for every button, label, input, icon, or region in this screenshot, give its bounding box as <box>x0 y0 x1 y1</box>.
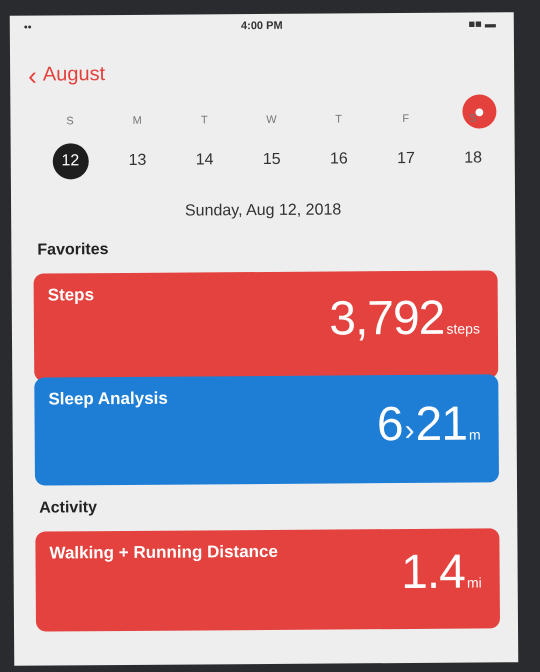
weekday-label: F <box>402 112 410 126</box>
day-number: 12 <box>52 143 89 180</box>
steps-title: Steps <box>47 285 95 305</box>
steps-card[interactable]: Steps 3,792 steps <box>33 270 499 382</box>
steps-unit: steps <box>446 320 480 337</box>
weekday-label: M <box>132 114 142 127</box>
day-cell[interactable]: 13 <box>104 143 171 179</box>
walking-title: Walking + Running Distance <box>49 541 278 563</box>
battery-icon: ■■ ▬ <box>468 18 496 31</box>
walking-unit: mi <box>466 574 482 591</box>
walking-value-group: 1.4 mi <box>401 544 482 600</box>
day-number: 14 <box>195 151 214 169</box>
favorites-heading: Favorites <box>37 241 109 259</box>
weekday-header: S M T W T F S <box>36 112 506 128</box>
back-button[interactable]: ‹ August <box>28 60 106 91</box>
day-cell[interactable]: 14 <box>171 142 238 178</box>
sleep-minutes-value: 21 <box>415 397 468 451</box>
day-number: 16 <box>329 150 348 168</box>
day-number: 13 <box>128 151 147 169</box>
walking-running-card[interactable]: Walking + Running Distance 1.4 mi <box>35 528 501 632</box>
day-cell-selected[interactable]: 12 <box>37 143 104 180</box>
chevron-left-icon: ‹ <box>28 60 37 91</box>
selected-date-label: Sunday, Aug 12, 2018 <box>184 201 342 220</box>
day-number: 18 <box>464 149 483 167</box>
sleep-title: Sleep Analysis <box>48 388 168 409</box>
weekday-label: T <box>200 114 208 127</box>
sleep-hours-value: 6 <box>376 398 403 452</box>
weekday-label: W <box>266 113 277 126</box>
day-strip: 12 13 14 15 16 17 18 <box>37 140 507 180</box>
status-bar: •• 4:00 PM ■■ ▬ <box>10 12 514 42</box>
steps-value: 3,792 <box>329 291 445 346</box>
back-label: August <box>42 63 106 86</box>
activity-heading: Activity <box>39 499 98 517</box>
day-cell[interactable]: 15 <box>238 142 305 178</box>
sleep-value-group: 6 › 21 m <box>377 396 481 452</box>
day-number: 15 <box>262 150 281 169</box>
day-number: 17 <box>397 149 415 168</box>
walking-value: 1.4 <box>400 545 466 600</box>
weekday-label: S <box>66 115 74 128</box>
day-cell[interactable]: 17 <box>372 141 439 177</box>
day-cell[interactable]: 18 <box>439 140 506 176</box>
sleep-separator: › <box>404 413 414 448</box>
phone-screen: •• 4:00 PM ■■ ▬ ‹ August ● S M T W T F S… <box>9 12 519 666</box>
status-time: 4:00 PM <box>240 19 283 33</box>
sleep-unit: m <box>468 426 481 443</box>
weekday-label: S <box>469 112 477 125</box>
sleep-analysis-card[interactable]: Sleep Analysis 6 › 21 m <box>34 374 500 486</box>
steps-value-group: 3,792 steps <box>329 290 480 346</box>
day-cell[interactable]: 16 <box>305 141 372 177</box>
weekday-label: T <box>335 113 343 126</box>
